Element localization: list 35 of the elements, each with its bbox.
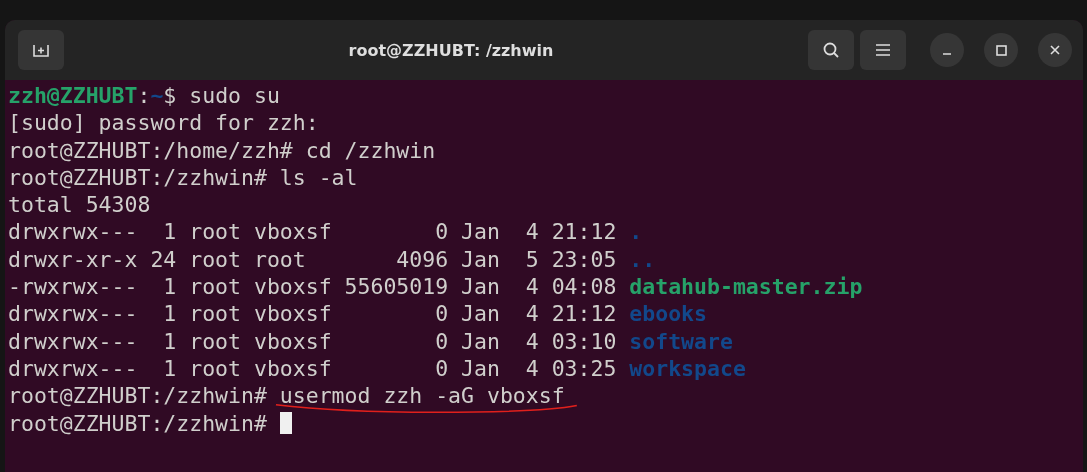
terminal-text: root@ZZHUBT:/home/zzh# cd /zzhwin — [8, 136, 436, 164]
terminal-text: -rwxrwx--- 1 root vboxsf 55605019 Jan 4 04:08 — [8, 273, 618, 301]
prompt-path: ~ — [150, 82, 164, 110]
maximize-button[interactable] — [984, 33, 1018, 67]
terminal-text: root@ZZHUBT:/zzhwin# — [8, 382, 268, 410]
search-icon — [822, 41, 840, 59]
terminal-text: root@ZZHUBT:/zzhwin# ls -al — [8, 163, 358, 192]
directory-name: ebooks — [629, 300, 707, 328]
terminal-text: root@ZZHUBT:/zzhwin# — [8, 409, 268, 437]
terminal-text: [sudo] password for zzh: — [8, 109, 319, 137]
terminal-text: total 54308 — [8, 191, 151, 219]
close-button[interactable] — [1038, 33, 1072, 67]
minimize-icon — [942, 53, 952, 55]
new-tab-button[interactable] — [18, 30, 64, 70]
search-button[interactable] — [808, 30, 854, 70]
close-icon — [1050, 45, 1060, 55]
terminal-text: : — [137, 82, 151, 110]
prompt-user: zzh@ZZHUBT — [8, 82, 138, 110]
terminal-text: drwxrwx--- 1 root vboxsf 0 Jan 4 03:10 — [8, 327, 618, 355]
terminal-text: drwxr-xr-x 24 root root 4096 Jan 5 23:05 — [8, 245, 618, 274]
terminal-text: drwxrwx--- 1 root vboxsf 0 Jan 4 03:25 — [8, 354, 618, 383]
window-title: root@ZZHUBT: /zzhwin — [347, 40, 555, 60]
menu-button[interactable] — [860, 30, 906, 70]
directory-name: workspace — [629, 354, 746, 383]
terminal-text: drwxrwx--- 1 root vboxsf 0 Jan 4 21:12 — [8, 300, 618, 328]
directory-name: software — [629, 327, 733, 355]
directory-name: . — [629, 218, 643, 246]
file-name: datahub-master.zip — [629, 273, 863, 301]
maximize-icon — [995, 44, 1007, 56]
new-tab-icon — [32, 42, 50, 58]
terminal-text: $ sudo su — [163, 82, 280, 110]
menu-icon — [875, 43, 891, 57]
terminal-text: drwxrwx--- 1 root vboxsf 0 Jan 4 21:12 — [8, 218, 618, 246]
directory-name: .. — [629, 245, 656, 274]
command-text: usermod zzh -aG vboxsf — [279, 382, 565, 410]
